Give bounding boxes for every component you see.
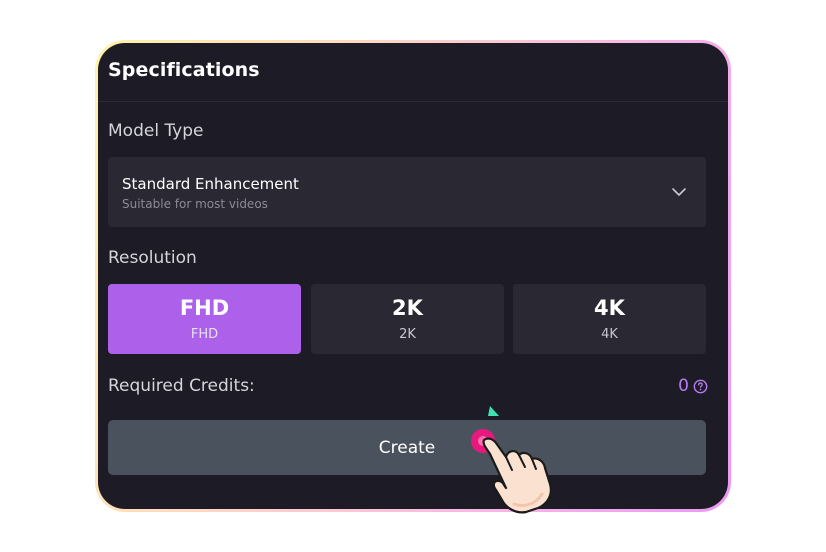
resolution-option-sublabel: 4K	[601, 327, 618, 342]
hand-tap-icon	[471, 429, 552, 514]
resolution-option-label: 4K	[594, 296, 625, 320]
resolution-option-label: FHD	[179, 296, 230, 320]
pointer-cursor-icon	[488, 406, 499, 416]
required-credits-value: 0	[678, 376, 689, 396]
panel-title: Specifications	[108, 59, 260, 81]
model-type-dropdown[interactable]: Standard Enhancement Suitable for most v…	[108, 157, 706, 227]
chevron-down-icon	[672, 188, 686, 196]
resolution-option-label: 2K	[392, 296, 423, 320]
specifications-panel: Specifications Model Type Standard Enhan…	[98, 43, 728, 509]
help-circle-icon[interactable]	[693, 379, 708, 394]
required-credits-value-group: 0	[678, 376, 708, 396]
resolution-option-2k[interactable]: 2K 2K	[311, 284, 504, 354]
resolution-option-sublabel: 2K	[399, 327, 416, 342]
model-type-selected-name: Standard Enhancement	[122, 175, 299, 193]
required-credits-label: Required Credits:	[108, 376, 255, 396]
model-type-label: Model Type	[108, 121, 204, 141]
resolution-option-fhd[interactable]: FHD FHD	[108, 284, 301, 354]
resolution-option-4k[interactable]: 4K 4K	[513, 284, 706, 354]
header-divider	[98, 101, 728, 102]
resolution-label: Resolution	[108, 248, 197, 268]
model-type-selected-description: Suitable for most videos	[122, 197, 268, 211]
create-button[interactable]: Create	[108, 420, 706, 475]
resolution-option-sublabel: FHD	[190, 327, 219, 342]
specifications-card-frame: Specifications Model Type Standard Enhan…	[95, 40, 731, 512]
